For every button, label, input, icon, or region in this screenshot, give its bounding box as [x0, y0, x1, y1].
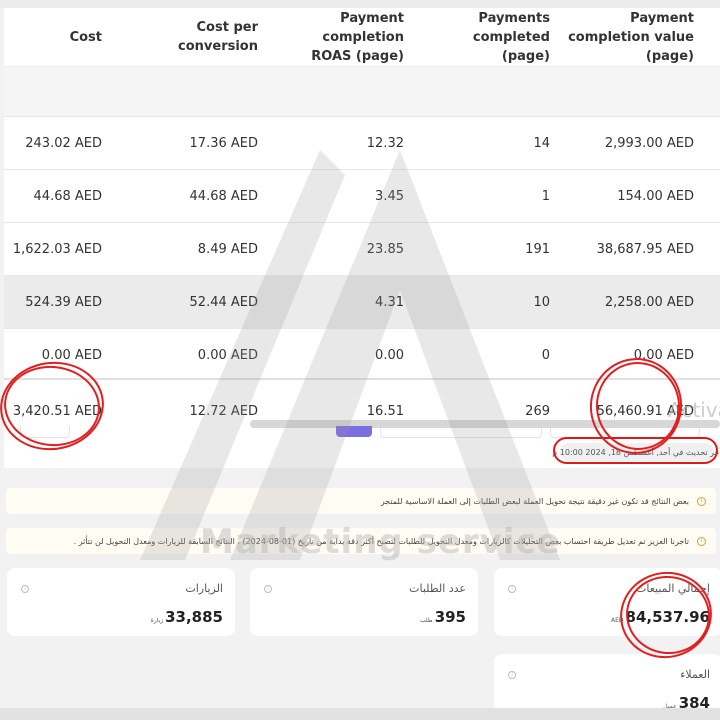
- cell-payment-value: 2,993.00 AED: [604, 135, 694, 151]
- table-row[interactable]: 524.39 AED 52.44 AED 4.31 10 2,258.00 AE…: [4, 275, 720, 328]
- top-strip: [0, 0, 720, 8]
- bottom-strip: [0, 708, 720, 720]
- total-cost-per-conversion: 12.72 AED: [189, 403, 258, 419]
- stat-value: 395 طلب: [420, 608, 466, 626]
- info-icon[interactable]: i: [21, 585, 29, 593]
- cell-cost-per-conversion: 0.00 AED: [197, 347, 258, 363]
- stat-value: 84,537.96 AED: [611, 608, 710, 626]
- cell-cost-per-conversion: 44.68 AED: [189, 188, 258, 204]
- stat-card-orders[interactable]: عدد الطلبات i 395 طلب: [250, 568, 478, 636]
- cell-payment-value: 38,687.95 AED: [596, 241, 694, 257]
- cell-roas: 12.32: [366, 135, 404, 151]
- watermark-text: Marketing service: [200, 522, 561, 562]
- cell-roas: 23.85: [366, 241, 404, 257]
- cell-payments-completed: 14: [533, 135, 550, 151]
- table-row[interactable]: 1,622.03 AED 8.49 AED 23.85 191 38,687.9…: [4, 222, 720, 275]
- cell-roas: 0.00: [375, 347, 404, 363]
- stat-card-total-sales[interactable]: إجمالي المبيعات i 84,537.96 AED: [494, 568, 720, 636]
- cell-cost-per-conversion: 8.49 AED: [197, 241, 258, 257]
- stat-unit: زيارة: [150, 617, 164, 624]
- notice-text: بعض النتائج قد تكون غير دقيقة نتيجة تحوي…: [380, 496, 689, 506]
- info-icon[interactable]: i: [508, 585, 516, 593]
- stat-value: 33,885 زيارة: [150, 608, 223, 626]
- table-filter-row: [4, 66, 720, 116]
- stat-title: العملاء: [680, 668, 710, 681]
- cell-cost: 524.39 AED: [25, 294, 102, 310]
- cell-cost: 44.68 AED: [33, 188, 102, 204]
- campaign-table: Cost Cost per conversion Payment complet…: [4, 8, 720, 468]
- scrollbar-thumb[interactable]: [336, 426, 372, 437]
- table-header: Cost Cost per conversion Payment complet…: [4, 8, 720, 66]
- cell-payments-completed: 1: [541, 188, 550, 204]
- cell-payment-value: 154.00 AED: [617, 188, 694, 204]
- column-header-payment-value[interactable]: Payment completion value (page): [554, 8, 694, 66]
- stat-title: إجمالي المبيعات: [635, 582, 710, 595]
- table-row[interactable]: 44.68 AED 44.68 AED 3.45 1 154.00 AED: [4, 169, 720, 222]
- column-header-cost-per-conversion[interactable]: Cost per conversion: [118, 8, 258, 66]
- stat-card-visits[interactable]: الزيارات i 33,885 زيارة: [7, 568, 235, 636]
- cell-cost: 1,622.03 AED: [12, 241, 102, 257]
- cell-roas: 3.45: [375, 188, 404, 204]
- table-row[interactable]: 0.00 AED 0.00 AED 0.00 0 0.00 AED: [4, 328, 720, 381]
- stat-title: عدد الطلبات: [409, 582, 466, 595]
- info-icon: i: [697, 536, 706, 546]
- info-icon[interactable]: i: [508, 671, 516, 679]
- column-header-roas[interactable]: Payment completion ROAS (page): [264, 8, 404, 66]
- activate-windows-watermark: Activa: [668, 398, 720, 422]
- annotation-rectangle: [553, 437, 718, 464]
- column-header-payments-completed[interactable]: Payments completed (page): [410, 8, 550, 66]
- pagination-control[interactable]: [20, 426, 70, 438]
- cell-payment-value: 2,258.00 AED: [604, 294, 694, 310]
- stat-title: الزيارات: [185, 582, 223, 595]
- info-icon: i: [697, 496, 706, 506]
- cell-payment-value: 0.00 AED: [633, 347, 694, 363]
- info-icon[interactable]: i: [264, 585, 272, 593]
- stat-unit: طلب: [420, 617, 433, 624]
- cell-roas: 4.31: [375, 294, 404, 310]
- cell-cost-per-conversion: 52.44 AED: [189, 294, 258, 310]
- cell-payments-completed: 10: [533, 294, 550, 310]
- cell-cost-per-conversion: 17.36 AED: [189, 135, 258, 151]
- column-header-cost[interactable]: Cost: [4, 8, 102, 66]
- cell-payments-completed: 0: [541, 347, 550, 363]
- cell-payments-completed: 191: [525, 241, 550, 257]
- stat-unit: AED: [611, 617, 624, 624]
- notice-currency-conversion: i بعض النتائج قد تكون غير دقيقة نتيجة تح…: [6, 488, 716, 514]
- cell-cost: 243.02 AED: [25, 135, 102, 151]
- table-row[interactable]: 243.02 AED 17.36 AED 12.32 14 2,993.00 A…: [4, 116, 720, 169]
- horizontal-scrollbar[interactable]: [250, 420, 720, 428]
- cell-cost: 0.00 AED: [41, 347, 102, 363]
